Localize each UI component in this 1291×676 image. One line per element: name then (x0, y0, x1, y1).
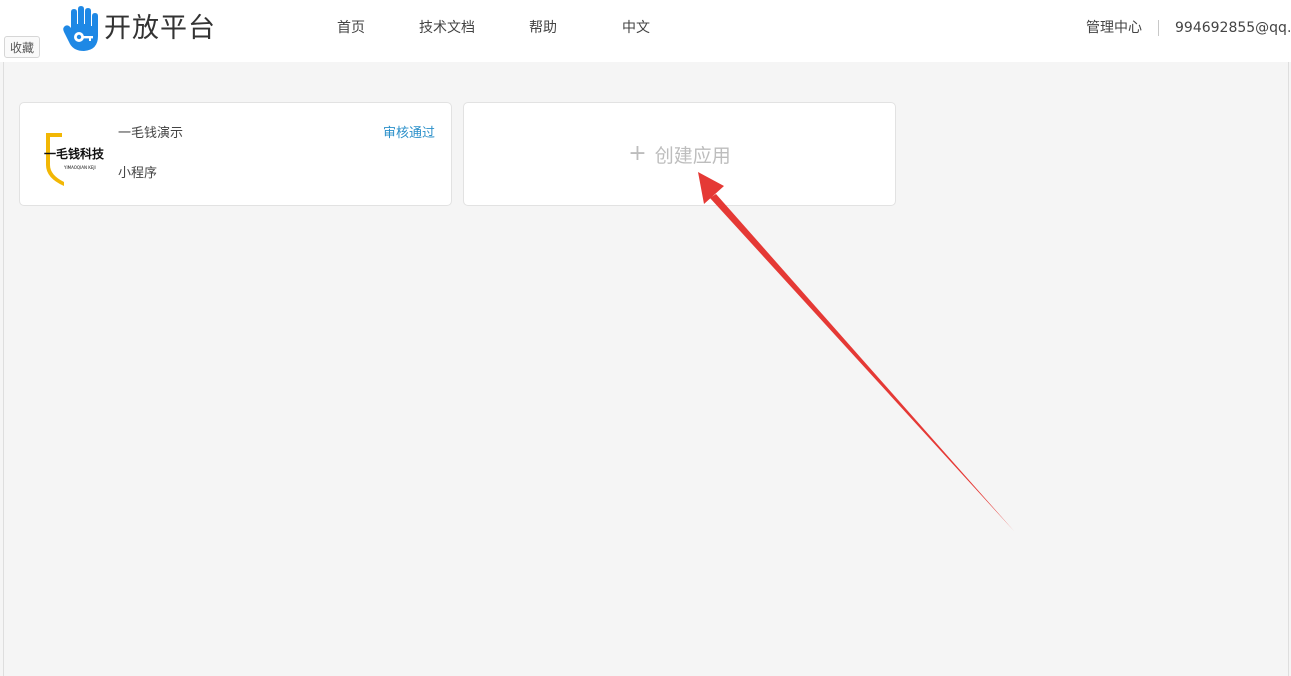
header: 开放平台 首页 技术文档 帮助 中文 管理中心 994692855@qq.com (0, 0, 1291, 62)
hand-key-icon (63, 6, 98, 51)
admin-center-link[interactable]: 管理中心 (1086, 18, 1142, 38)
create-app-label: 创建应用 (654, 144, 731, 167)
nav-home[interactable]: 首页 (337, 18, 365, 38)
create-app-card[interactable]: + 创建应用 (463, 102, 896, 206)
nav-language[interactable]: 中文 (622, 18, 650, 38)
nav-help[interactable]: 帮助 (529, 18, 557, 38)
user-email[interactable]: 994692855@qq.com (1175, 18, 1291, 38)
nav-divider (1158, 20, 1159, 36)
brand-title: 开放平台 (104, 13, 216, 44)
app-status-badge: 审核通过 (382, 126, 435, 141)
app-logo: 一毛钱科技 YIMAOQIAN KEJI (44, 133, 104, 186)
plus-icon: + (628, 141, 647, 166)
create-app-content: + 创建应用 (464, 103, 895, 205)
app-type: 小程序 (118, 166, 158, 181)
app-logo-subtext: YIMAOQIAN KEJI (63, 165, 96, 170)
app-logo-text: 一毛钱科技 (44, 146, 104, 161)
app-card[interactable]: 一毛钱科技 YIMAOQIAN KEJI 一毛钱演示 小程序 审核通过 (19, 102, 452, 206)
app-name: 一毛钱演示 (118, 126, 184, 141)
favorite-button[interactable]: 收藏 (4, 36, 40, 58)
nav-tech-docs[interactable]: 技术文档 (419, 18, 475, 38)
